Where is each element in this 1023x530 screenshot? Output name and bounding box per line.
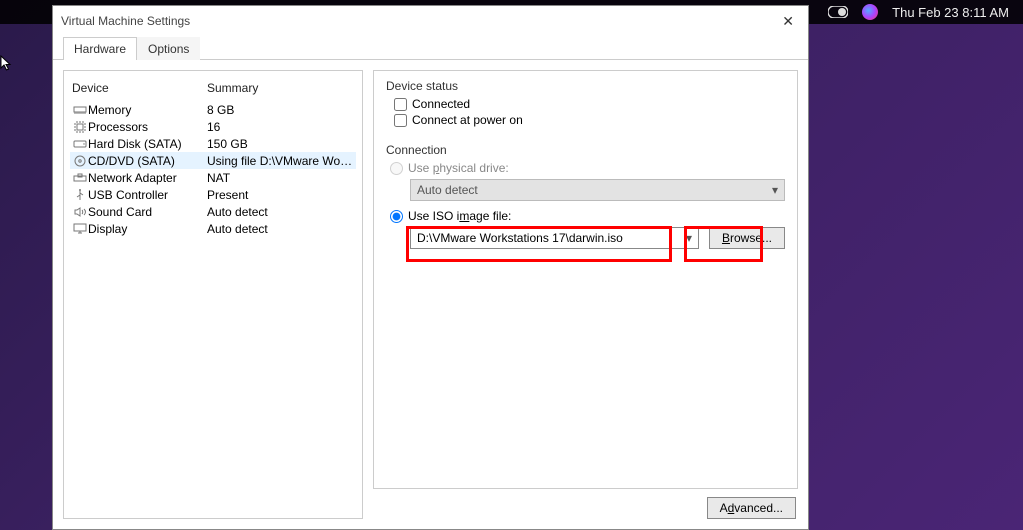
use-physical-label: Use physical drive: bbox=[408, 161, 509, 175]
advanced-label: Advanced... bbox=[720, 501, 783, 515]
device-label: Memory bbox=[88, 103, 207, 117]
device-summary: 150 GB bbox=[207, 137, 354, 151]
use-physical-radio-input[interactable] bbox=[390, 162, 403, 175]
siri-icon[interactable] bbox=[862, 4, 878, 20]
close-icon[interactable]: ✕ bbox=[776, 11, 800, 32]
cpu-icon bbox=[72, 121, 88, 133]
clock-text[interactable]: Thu Feb 23 8:11 AM bbox=[892, 5, 1009, 20]
vm-settings-dialog: Virtual Machine Settings ✕ Hardware Opti… bbox=[52, 5, 809, 530]
device-row[interactable]: Sound CardAuto detect bbox=[70, 203, 356, 220]
use-iso-label: Use ISO image file: bbox=[408, 209, 511, 223]
device-row[interactable]: Processors16 bbox=[70, 118, 356, 135]
browse-button[interactable]: Browse... bbox=[709, 227, 785, 249]
dialog-titlebar[interactable]: Virtual Machine Settings ✕ bbox=[53, 6, 808, 36]
connected-label: Connected bbox=[412, 97, 470, 111]
iso-path-value: D:\VMware Workstations 17\darwin.iso bbox=[417, 231, 623, 245]
device-summary: NAT bbox=[207, 171, 354, 185]
connected-checkbox-input[interactable] bbox=[394, 98, 407, 111]
physical-drive-combo: Auto detect ▾ bbox=[410, 179, 785, 201]
dialog-title: Virtual Machine Settings bbox=[61, 14, 190, 28]
connect-poweron-label: Connect at power on bbox=[412, 113, 523, 127]
device-label: Sound Card bbox=[88, 205, 207, 219]
chevron-down-icon: ▾ bbox=[772, 183, 778, 197]
iso-path-combo[interactable]: D:\VMware Workstations 17\darwin.iso ▾ bbox=[410, 227, 699, 249]
odd-icon bbox=[72, 155, 88, 167]
net-icon bbox=[72, 173, 88, 183]
device-row[interactable]: Memory8 GB bbox=[70, 101, 356, 118]
tab-options[interactable]: Options bbox=[137, 37, 200, 60]
device-summary: Present bbox=[207, 188, 354, 202]
cursor-icon bbox=[0, 55, 16, 71]
tab-hardware[interactable]: Hardware bbox=[63, 37, 137, 60]
tab-hardware-label: Hardware bbox=[74, 42, 126, 56]
device-row[interactable]: DisplayAuto detect bbox=[70, 220, 356, 237]
usb-icon bbox=[72, 189, 88, 201]
device-summary: Using file D:\VMware Worksta... bbox=[207, 154, 354, 168]
tab-options-label: Options bbox=[148, 42, 189, 56]
device-summary: Auto detect bbox=[207, 205, 354, 219]
snd-icon bbox=[72, 207, 88, 217]
device-row[interactable]: Hard Disk (SATA)150 GB bbox=[70, 135, 356, 152]
device-config: Device status Connected Connect at power… bbox=[373, 70, 798, 489]
physical-drive-value: Auto detect bbox=[417, 183, 478, 197]
connection-label: Connection bbox=[386, 143, 785, 157]
header-summary: Summary bbox=[207, 81, 258, 95]
chevron-down-icon: ▾ bbox=[686, 231, 692, 245]
device-summary: 8 GB bbox=[207, 103, 354, 117]
tabs: Hardware Options bbox=[53, 36, 808, 60]
connected-checkbox[interactable]: Connected bbox=[394, 97, 785, 111]
device-summary: 16 bbox=[207, 120, 354, 134]
control-center-icon[interactable] bbox=[828, 6, 848, 18]
device-summary: Auto detect bbox=[207, 222, 354, 236]
device-label: Hard Disk (SATA) bbox=[88, 137, 207, 151]
device-list-header: Device Summary bbox=[70, 77, 356, 101]
device-label: Display bbox=[88, 222, 207, 236]
device-row[interactable]: CD/DVD (SATA)Using file D:\VMware Workst… bbox=[70, 152, 356, 169]
use-physical-radio[interactable]: Use physical drive: bbox=[390, 161, 785, 175]
advanced-button[interactable]: Advanced... bbox=[707, 497, 796, 519]
use-iso-radio[interactable]: Use ISO image file: bbox=[390, 209, 785, 223]
memory-icon bbox=[72, 105, 88, 115]
device-label: CD/DVD (SATA) bbox=[88, 154, 207, 168]
device-label: Processors bbox=[88, 120, 207, 134]
device-label: USB Controller bbox=[88, 188, 207, 202]
device-label: Network Adapter bbox=[88, 171, 207, 185]
header-device: Device bbox=[72, 81, 207, 95]
device-status-label: Device status bbox=[386, 79, 785, 93]
connect-poweron-input[interactable] bbox=[394, 114, 407, 127]
disp-icon bbox=[72, 223, 88, 234]
device-row[interactable]: USB ControllerPresent bbox=[70, 186, 356, 203]
device-row[interactable]: Network AdapterNAT bbox=[70, 169, 356, 186]
device-list: Device Summary Memory8 GBProcessors16Har… bbox=[63, 70, 363, 519]
hdd-icon bbox=[72, 139, 88, 149]
use-iso-radio-input[interactable] bbox=[390, 210, 403, 223]
connect-poweron-checkbox[interactable]: Connect at power on bbox=[394, 113, 785, 127]
browse-label: Browse... bbox=[722, 231, 772, 245]
